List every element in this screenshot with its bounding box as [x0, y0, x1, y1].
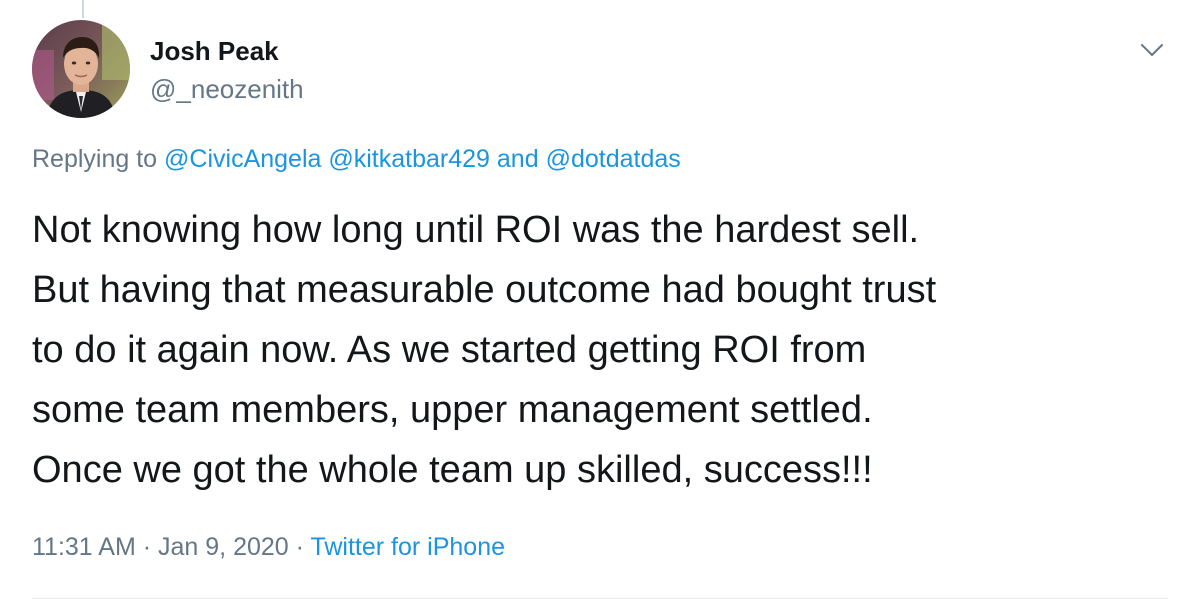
- chevron-down-icon[interactable]: [1138, 36, 1166, 64]
- tweet-text-line: to do it again now. As we started gettin…: [32, 329, 867, 371]
- tweet-text-line: But having that measurable outcome had b…: [32, 269, 937, 311]
- tweet-text: Not knowing how long until ROI was the h…: [32, 200, 1172, 500]
- meta-separator: ·: [295, 533, 304, 561]
- avatar-image: [32, 20, 130, 118]
- mention-link[interactable]: @kitkatbar429: [328, 145, 490, 173]
- tweet-text-line: some team members, upper management sett…: [32, 389, 873, 431]
- tweet-source-link[interactable]: Twitter for iPhone: [310, 533, 505, 561]
- author-block[interactable]: Josh Peak @_neozenith: [150, 34, 304, 106]
- replying-to-line: Replying to @CivicAngela @kitkatbar429 a…: [32, 142, 681, 176]
- author-display-name[interactable]: Josh Peak: [150, 34, 304, 68]
- tweet-card: Josh Peak @_neozenith Replying to @Civic…: [0, 0, 1200, 600]
- avatar[interactable]: [32, 20, 130, 118]
- tweet-time[interactable]: 11:31 AM: [32, 533, 136, 561]
- author-handle[interactable]: @_neozenith: [150, 72, 304, 106]
- mention-link[interactable]: @CivicAngela: [164, 145, 321, 173]
- replying-prefix: Replying to: [32, 145, 158, 173]
- tweet-text-line: Not knowing how long until ROI was the h…: [32, 209, 920, 251]
- divider: [32, 598, 1168, 599]
- mention-conjunction[interactable]: and: [497, 145, 539, 173]
- tweet-meta: 11:31 AM · Jan 9, 2020 · Twitter for iPh…: [32, 530, 505, 564]
- meta-separator: ·: [142, 533, 152, 561]
- tweet-text-line: Once we got the whole team up skilled, s…: [32, 449, 873, 491]
- mention-link[interactable]: @dotdatdas: [546, 145, 681, 173]
- tweet-date[interactable]: Jan 9, 2020: [158, 533, 289, 561]
- thread-connector-line: [82, 0, 84, 18]
